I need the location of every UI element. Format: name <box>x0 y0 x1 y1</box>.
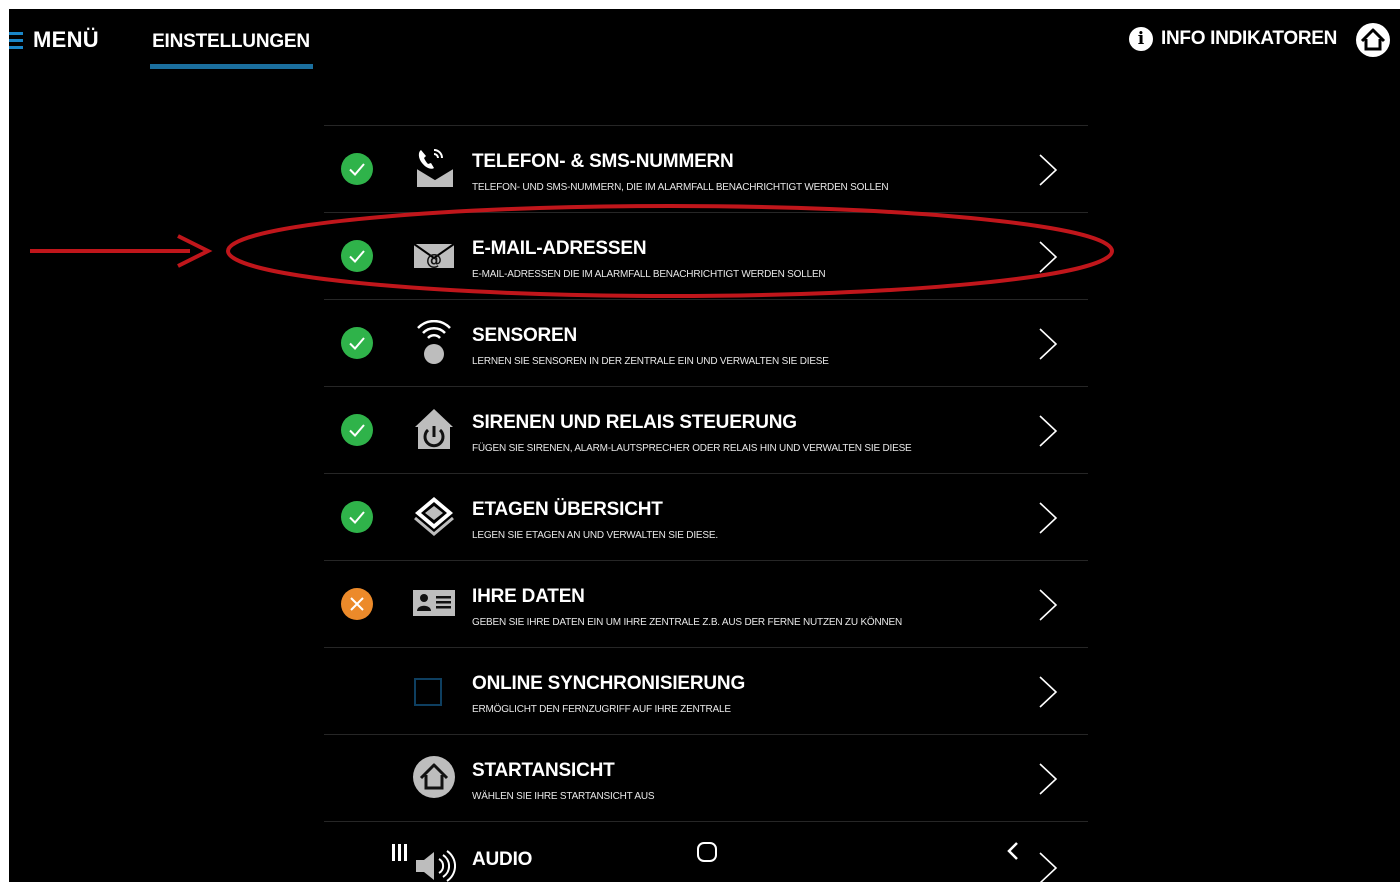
info-indicators-button[interactable]: i INFO INDIKATOREN <box>1129 27 1337 51</box>
row-subtitle: GEBEN SIE IHRE DATEN EIN UM IHRE ZENTRAL… <box>472 617 903 628</box>
row-subtitle: WÄHLEN SIE IHRE STARTANSICHT AUS <box>472 791 655 802</box>
chevron-right-icon <box>1039 415 1058 447</box>
chevron-right-icon <box>1039 763 1058 795</box>
row-title: IHRE DATEN <box>472 586 585 607</box>
status-error-icon <box>341 588 373 620</box>
row-subtitle: ERMÖGLICHT DEN FERNZUGRIFF AUF IHRE ZENT… <box>472 704 731 715</box>
row-title: TELEFON- & SMS-NUMMERN <box>472 151 734 172</box>
menu-button[interactable]: MENÜ <box>9 25 99 55</box>
nav-home-button[interactable] <box>697 842 717 862</box>
row-subtitle: E-MAIL-ADRESSEN DIE IM ALARMFALL BENACHR… <box>472 269 826 280</box>
row-title: ONLINE SYNCHRONISIERUNG <box>472 673 746 694</box>
row-title: STARTANSICHT <box>472 760 615 781</box>
settings-list: TELEFON- & SMS-NUMMERN TELEFON- UND SMS-… <box>324 125 1088 882</box>
home-circle-icon <box>413 756 455 798</box>
chevron-right-icon <box>1039 241 1058 273</box>
list-item-email[interactable]: @ E-MAIL-ADRESSEN E-MAIL-ADRESSEN DIE IM… <box>324 213 1088 300</box>
status-ok-icon <box>341 501 373 533</box>
status-ok-icon <box>341 414 373 446</box>
status-ok-icon <box>341 327 373 359</box>
info-icon: i <box>1129 27 1153 51</box>
row-title: ETAGEN ÜBERSICHT <box>472 499 663 520</box>
app-screen: MENÜ EINSTELLUNGEN i INFO INDIKATOREN TE… <box>9 9 1400 882</box>
chevron-right-icon <box>1039 502 1058 534</box>
tab-einstellungen[interactable]: EINSTELLUNGEN <box>150 31 312 53</box>
list-item-sirenen-relais[interactable]: SIRENEN UND RELAIS STEUERUNG FÜGEN SIE S… <box>324 387 1088 474</box>
phone-message-icon <box>416 149 454 187</box>
row-subtitle: FÜGEN SIE SIRENEN, ALARM-LAUTSPRECHER OD… <box>472 443 912 454</box>
home-power-icon <box>415 409 453 449</box>
menu-label: MENÜ <box>33 27 99 52</box>
row-title: SENSOREN <box>472 325 578 346</box>
home-button[interactable] <box>1355 22 1391 58</box>
tab-active-indicator <box>150 64 313 69</box>
system-navigation-bar <box>9 840 1400 882</box>
back-icon[interactable] <box>1006 840 1020 862</box>
wireless-sensor-icon <box>417 320 451 364</box>
row-subtitle: LERNEN SIE SENSOREN IN DER ZENTRALE EIN … <box>472 356 829 367</box>
id-card-icon <box>413 590 455 616</box>
status-ok-icon <box>341 240 373 272</box>
chevron-right-icon <box>1039 676 1058 708</box>
status-ok-icon <box>341 153 373 185</box>
list-item-startansicht[interactable]: STARTANSICHT WÄHLEN SIE IHRE STARTANSICH… <box>324 735 1088 822</box>
row-subtitle: LEGEN SIE ETAGEN AN UND VERWALTEN SIE DI… <box>472 530 718 541</box>
list-item-sensoren[interactable]: SENSOREN LERNEN SIE SENSOREN IN DER ZENT… <box>324 300 1088 387</box>
checkbox-icon[interactable] <box>414 678 442 706</box>
info-indicators-label: INFO INDIKATOREN <box>1161 28 1338 49</box>
chevron-right-icon <box>1039 589 1058 621</box>
layers-icon <box>414 497 454 536</box>
list-item-ihre-daten[interactable]: IHRE DATEN GEBEN SIE IHRE DATEN EIN UM I… <box>324 561 1088 648</box>
row-title: E-MAIL-ADRESSEN <box>472 238 647 259</box>
list-item-online-sync[interactable]: ONLINE SYNCHRONISIERUNG ERMÖGLICHT DEN F… <box>324 648 1088 735</box>
list-item-etagen[interactable]: ETAGEN ÜBERSICHT LEGEN SIE ETAGEN AN UND… <box>324 474 1088 561</box>
recent-apps-button[interactable] <box>392 844 410 866</box>
chevron-right-icon <box>1039 154 1058 186</box>
hamburger-icon <box>9 30 23 50</box>
row-title: SIRENEN UND RELAIS STEUERUNG <box>472 412 797 433</box>
list-item-telefon-sms[interactable]: TELEFON- & SMS-NUMMERN TELEFON- UND SMS-… <box>324 126 1088 213</box>
email-at-icon: @ <box>413 243 455 269</box>
chevron-right-icon <box>1039 328 1058 360</box>
svg-text:@: @ <box>426 250 442 269</box>
row-subtitle: TELEFON- UND SMS-NUMMERN, DIE IM ALARMFA… <box>472 182 889 193</box>
home-icon <box>1356 23 1390 57</box>
